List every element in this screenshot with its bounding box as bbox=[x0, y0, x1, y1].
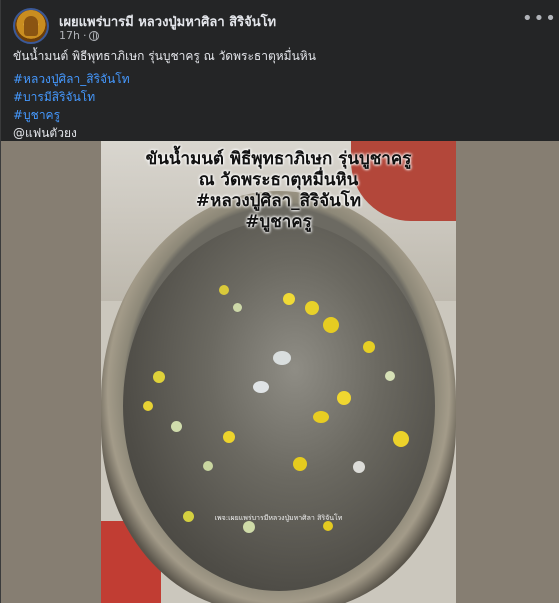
hashtag-link[interactable]: #หลวงปู่ศิลา_สิริจันโท bbox=[13, 70, 548, 88]
more-options-button[interactable]: ••• bbox=[522, 10, 556, 32]
overlay-line: #บูชาครู bbox=[245, 212, 312, 232]
photo-overlay-title: ขันน้ำมนต์ พิธีพุทธาภิเษก รุ่นบูชาครู ณ … bbox=[101, 149, 456, 233]
overlay-line: ณ วัดพระธาตุหมื่นหิน bbox=[198, 170, 359, 190]
post-caption: ขันน้ำมนต์ พิธีพุทธาภิเษก รุ่นบูชาครู ณ … bbox=[13, 47, 548, 142]
post-header: เผยแพร่บารมี หลวงปู่มหาศิลา สิริจันโท 17… bbox=[13, 8, 556, 50]
photo-watermark: เพจ:เผยแพร่บารมีหลวงปู่มหาศิลา สิริจันโท bbox=[214, 514, 343, 522]
mention-link[interactable]: @แฟนตัวยง bbox=[13, 124, 548, 142]
holy-water-bowl-photo[interactable]: ขันน้ำมนต์ พิธีพุทธาภิเษก รุ่นบูชาครู ณ … bbox=[101, 141, 456, 603]
overlay-line: ขันน้ำมนต์ พิธีพุทธาภิเษก รุ่นบูชาครู bbox=[145, 149, 412, 169]
hashtag-link[interactable]: #บารมีสิริจันโท bbox=[13, 88, 548, 106]
hashtag-link[interactable]: #บูชาครู bbox=[13, 106, 548, 124]
globe-icon bbox=[89, 30, 100, 41]
facebook-post: เผยแพร่บารมี หลวงปู่มหาศิลา สิริจันโท 17… bbox=[0, 0, 559, 603]
caption-text: ขันน้ำมนต์ พิธีพุทธาภิเษก รุ่นบูชาครู ณ … bbox=[13, 49, 316, 63]
overlay-line: #หลวงปู่ศิลา_สิริจันโท bbox=[195, 191, 362, 211]
post-timestamp[interactable]: 17h bbox=[59, 29, 80, 42]
water-image bbox=[123, 221, 435, 591]
page-avatar[interactable] bbox=[13, 8, 49, 44]
post-meta: 17h · bbox=[59, 29, 100, 42]
post-media[interactable]: ขันน้ำมนต์ พิธีพุทธาภิเษก รุ่นบูชาครู ณ … bbox=[1, 141, 559, 603]
